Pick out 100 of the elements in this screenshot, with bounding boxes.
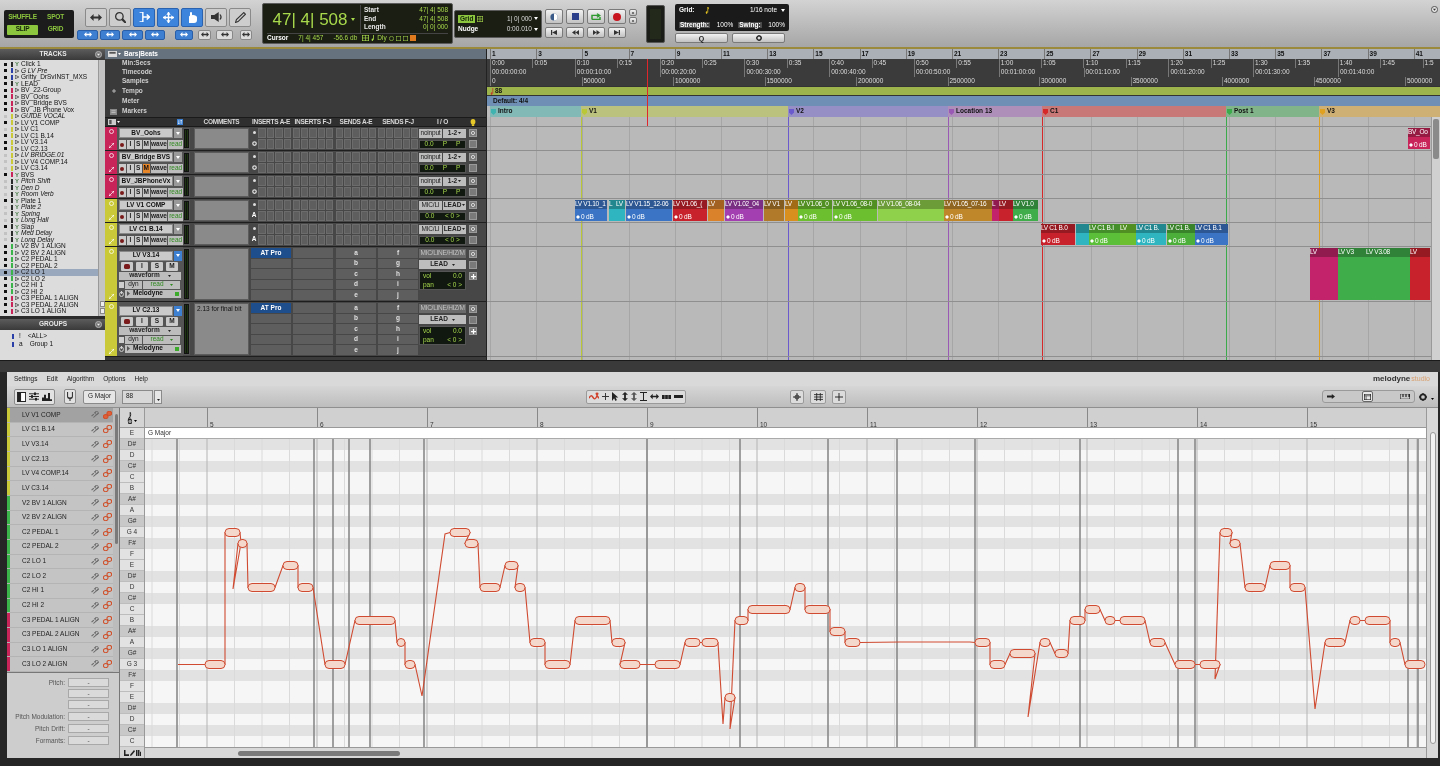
scrollbar[interactable] bbox=[1431, 117, 1440, 360]
histogram-icon[interactable] bbox=[42, 392, 52, 401]
record-enable-button[interactable] bbox=[121, 261, 133, 271]
window-button[interactable] bbox=[1362, 391, 1373, 402]
insert-slot[interactable] bbox=[251, 258, 291, 269]
zoom-button[interactable] bbox=[240, 29, 252, 40]
insert-slot[interactable] bbox=[293, 248, 333, 258]
add-button[interactable] bbox=[469, 327, 477, 335]
chain-icon[interactable] bbox=[103, 469, 112, 478]
sliders-icon[interactable] bbox=[29, 392, 39, 401]
small-square-button[interactable] bbox=[469, 201, 477, 209]
settings-button[interactable] bbox=[732, 33, 785, 43]
small-square-button[interactable] bbox=[469, 177, 477, 185]
chain-icon[interactable] bbox=[103, 572, 112, 581]
up-down-arrow-icon[interactable] bbox=[622, 392, 628, 401]
record-enable-button[interactable] bbox=[121, 316, 133, 326]
chain-icon[interactable] bbox=[103, 630, 112, 639]
chain-icon[interactable] bbox=[103, 660, 112, 668]
zoom-button[interactable] bbox=[122, 29, 143, 40]
zoom-tool-button[interactable] bbox=[109, 7, 131, 27]
caret-circle-icon[interactable] bbox=[1431, 6, 1438, 13]
comments-field[interactable] bbox=[194, 176, 249, 197]
chain-icon[interactable] bbox=[103, 498, 112, 507]
plus-icon[interactable] bbox=[602, 393, 609, 400]
track-options-button[interactable] bbox=[174, 200, 182, 210]
arrows-icon[interactable] bbox=[1327, 394, 1335, 399]
fast-forward-button[interactable] bbox=[587, 27, 605, 38]
comments-field[interactable] bbox=[194, 152, 249, 173]
chain-icon[interactable] bbox=[103, 542, 112, 551]
keyboard-icon[interactable] bbox=[1400, 394, 1410, 399]
insert-slot[interactable] bbox=[293, 303, 333, 313]
small-square-button[interactable] bbox=[469, 153, 477, 161]
record-enable-button[interactable] bbox=[119, 188, 126, 197]
trim-tool-button[interactable] bbox=[133, 7, 155, 27]
grid-button[interactable] bbox=[810, 389, 826, 404]
record-enable-button[interactable] bbox=[119, 164, 126, 173]
chain-icon[interactable] bbox=[103, 557, 112, 566]
comments-field[interactable] bbox=[194, 248, 249, 300]
pencil-tool-button[interactable] bbox=[229, 7, 251, 27]
small-square-button[interactable] bbox=[469, 250, 477, 258]
loop-button[interactable] bbox=[587, 9, 605, 24]
settings-icon[interactable] bbox=[1419, 392, 1427, 401]
strip-view-icon[interactable] bbox=[108, 119, 116, 125]
zoom-button[interactable] bbox=[216, 29, 233, 40]
dots-icon[interactable] bbox=[662, 394, 671, 399]
rewind-button[interactable] bbox=[566, 27, 584, 38]
comments-field[interactable] bbox=[194, 128, 249, 149]
track-options-button[interactable] bbox=[174, 305, 182, 316]
zoom-toggle-button[interactable] bbox=[85, 7, 107, 27]
scrollbar[interactable] bbox=[98, 60, 105, 316]
track-options-button[interactable] bbox=[174, 128, 182, 138]
insert-slot[interactable] bbox=[293, 345, 333, 355]
record-enable-button[interactable] bbox=[119, 236, 126, 245]
bar-icon[interactable] bbox=[674, 395, 683, 398]
sort-icon[interactable] bbox=[177, 119, 183, 125]
add-button[interactable] bbox=[469, 272, 477, 280]
scrollbar[interactable] bbox=[113, 408, 119, 672]
insert-slot[interactable] bbox=[251, 313, 291, 324]
track-options-button[interactable] bbox=[174, 224, 182, 234]
insert-slot[interactable] bbox=[251, 345, 291, 355]
small-square-button[interactable] bbox=[469, 129, 477, 137]
chain-icon[interactable] bbox=[103, 425, 112, 434]
chain-icon[interactable] bbox=[103, 484, 112, 493]
scrollbar[interactable] bbox=[145, 747, 1426, 758]
panel-icon[interactable] bbox=[17, 391, 26, 402]
chain-icon[interactable] bbox=[103, 601, 112, 610]
chain-icon[interactable] bbox=[103, 513, 112, 522]
track-options-button[interactable] bbox=[174, 152, 182, 162]
comments-field[interactable] bbox=[194, 224, 249, 245]
record-enable-button[interactable] bbox=[119, 140, 126, 149]
scrub-tool-button[interactable] bbox=[205, 7, 227, 27]
up-down-arrow-icon[interactable] bbox=[631, 392, 637, 401]
track-options-button[interactable] bbox=[174, 250, 182, 261]
chain-icon[interactable] bbox=[103, 528, 112, 537]
track-options-button[interactable] bbox=[174, 176, 182, 186]
small-square-button[interactable] bbox=[629, 17, 637, 24]
return-to-start-button[interactable] bbox=[545, 27, 563, 38]
stop-button[interactable] bbox=[566, 9, 584, 24]
i-beam-icon[interactable] bbox=[640, 392, 647, 401]
splitter-bar[interactable] bbox=[0, 360, 1440, 372]
comments-field[interactable] bbox=[194, 200, 249, 221]
tempo-dropdown[interactable] bbox=[154, 389, 162, 404]
chain-icon[interactable] bbox=[103, 586, 112, 595]
insert-slot[interactable] bbox=[251, 290, 291, 300]
scrollbar[interactable] bbox=[1426, 408, 1438, 758]
record-button[interactable] bbox=[608, 9, 626, 24]
treble-clef-icon[interactable] bbox=[127, 411, 133, 424]
small-square-button[interactable] bbox=[629, 9, 637, 16]
corner-icon[interactable] bbox=[123, 749, 129, 756]
double-arrow-icon[interactable] bbox=[650, 393, 659, 400]
zoom-button[interactable] bbox=[145, 29, 165, 40]
zoom-button[interactable] bbox=[77, 29, 98, 40]
chain-icon[interactable] bbox=[103, 645, 112, 654]
grabber-tool-button[interactable] bbox=[181, 7, 203, 27]
zoom-button[interactable] bbox=[198, 29, 211, 40]
ruler-view-icon[interactable] bbox=[108, 51, 117, 57]
bars-icon[interactable] bbox=[135, 749, 141, 756]
chain-icon[interactable] bbox=[103, 410, 112, 419]
pencil-icon[interactable] bbox=[129, 749, 135, 756]
record-enable-button[interactable] bbox=[119, 212, 126, 221]
